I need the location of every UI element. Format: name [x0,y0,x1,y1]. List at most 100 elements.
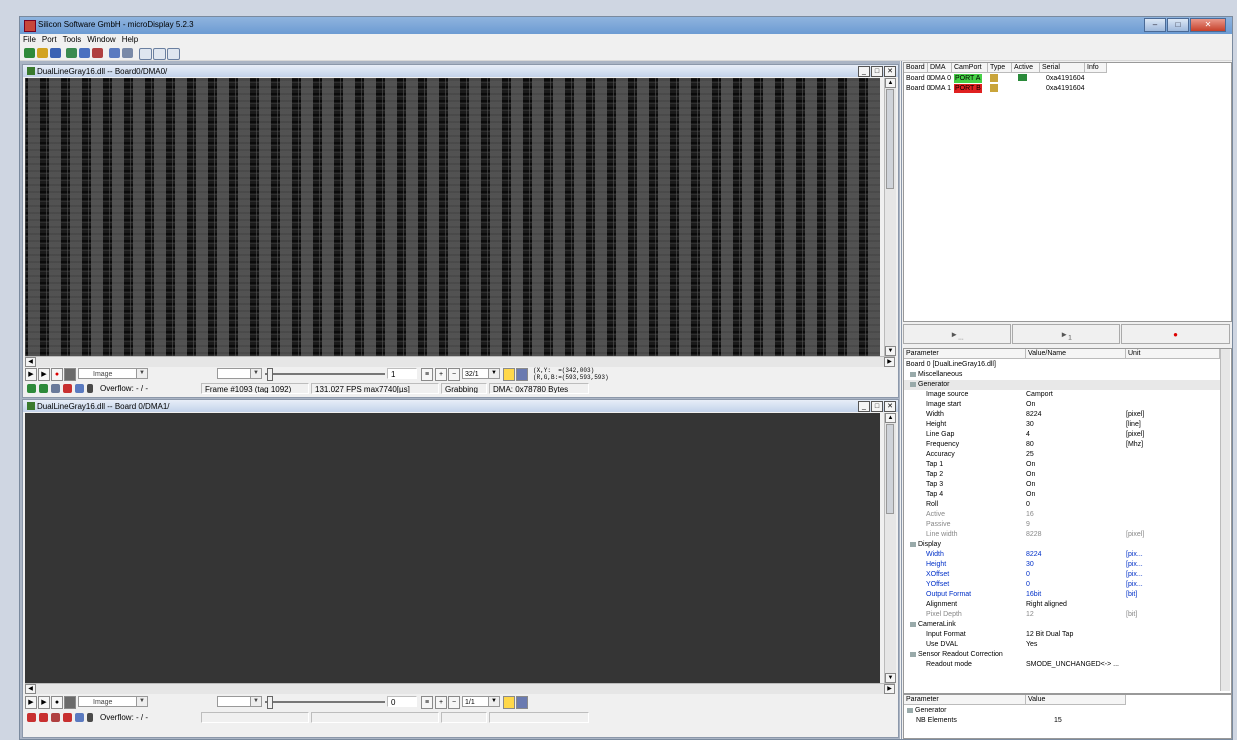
close-button[interactable]: ✕ [1190,18,1226,32]
horizontal-scrollbar[interactable]: ◀ ▶ [25,356,895,367]
load-config-icon[interactable] [37,48,48,58]
column-header-info[interactable]: Info [1085,63,1107,73]
param-row[interactable]: Line width 8228 [pixel] [904,530,1220,540]
vertical-scrollbar[interactable]: ▲ ▼ [884,78,896,356]
scroll-up-arrow[interactable]: ▲ [885,413,896,423]
cascade-icon[interactable] [167,48,180,60]
menu-tools[interactable]: Tools [60,34,85,46]
tree-group-miscellaneous[interactable]: Miscellaneous [904,370,1220,380]
param-row[interactable]: Frequency 80 [Mhz] [904,440,1220,450]
grab-icon[interactable] [92,48,103,58]
maximize-button[interactable]: □ [1167,18,1189,32]
window-minimize-button[interactable]: _ [858,401,870,412]
column-header-dma[interactable]: DMA [928,63,952,73]
menu-file[interactable]: File [20,34,39,46]
grab-continuous-icon[interactable] [39,384,48,393]
menu-help[interactable]: Help [119,34,141,46]
save-frame-icon[interactable]: ≡ [421,696,433,709]
param-row[interactable]: Input Format 12 Bit Dual Tap [904,630,1220,640]
play-icon[interactable]: ▶ [25,696,37,709]
record-icon[interactable]: ● [51,696,63,709]
histogram-icon[interactable] [503,368,515,381]
window-maximize-button[interactable]: □ [871,66,883,77]
image-combo[interactable]: Image ▼ [78,696,148,707]
play-icon[interactable]: ▶ [25,368,37,381]
menu-window[interactable]: Window [84,34,118,46]
disconnect-icon[interactable] [27,713,36,722]
param-row[interactable]: Width 8224 [pix... [904,550,1220,560]
open-board-icon[interactable] [24,48,35,58]
param-row[interactable]: Tap 2 On [904,470,1220,480]
scroll-right-arrow[interactable]: ▶ [884,684,895,694]
window-close-button[interactable]: ✕ [884,401,896,412]
tile-vertical-icon[interactable] [153,48,166,60]
param-row[interactable]: Pixel Depth 12 [bit] [904,610,1220,620]
column-header-unit[interactable]: Unit [1126,349,1220,359]
tree-group-generator[interactable]: Generator [904,380,1220,390]
scroll-thumb[interactable] [886,89,894,189]
param-row[interactable]: Image source Camport [904,390,1220,400]
param-row[interactable]: Tap 4 On [904,490,1220,500]
column-header-serial[interactable]: Serial [1040,63,1085,73]
tree-group-sensor-readout[interactable]: Sensor Readout Correction [904,650,1220,660]
camera-icon[interactable] [66,48,77,58]
param-row[interactable]: YOffset 0 [pix... [904,580,1220,590]
param-row[interactable]: XOffset 0 [pix... [904,570,1220,580]
param-row[interactable]: Readout mode SMODE_UNCHANGED<-> ... [904,660,1220,670]
scroll-left-arrow[interactable]: ◀ [25,357,36,367]
frame-slider-knob[interactable] [267,368,273,381]
tree-group-display[interactable]: Display [904,540,1220,550]
param-row[interactable]: Output Format 16bit [bit] [904,590,1220,600]
param-row[interactable]: Height 30 [pix... [904,560,1220,570]
scroll-right-arrow[interactable]: ▶ [884,357,895,367]
menu-port[interactable]: Port [39,34,60,46]
zoom-out-icon[interactable]: − [448,696,460,709]
zoom-out-icon[interactable]: − [448,368,460,381]
tap-icon[interactable] [87,384,93,393]
column-header-value[interactable]: Value/Name [1026,349,1126,359]
column-header-type[interactable]: Type [988,63,1012,73]
zoom-combo[interactable]: 1/1 ▼ [462,696,500,707]
param-row[interactable]: Tap 3 On [904,480,1220,490]
tree-group-cameralink[interactable]: CameraLink [904,620,1220,630]
param-row[interactable]: Alignment Right aligned [904,600,1220,610]
image-view[interactable] [25,78,880,356]
stop-icon[interactable] [64,368,76,381]
param-row[interactable]: Image start On [904,400,1220,410]
tree-root[interactable]: Board 0 [DualLineGray16.dll] [904,360,1220,370]
lut-icon[interactable] [516,696,528,709]
column-header-parameter[interactable]: Parameter [904,695,1026,705]
scroll-down-arrow[interactable]: ▼ [885,346,896,356]
frame-number-field[interactable]: 1 [387,368,417,379]
tile-horizontal-icon[interactable] [139,48,152,60]
split-icon[interactable] [122,48,133,58]
step-icon[interactable]: ▶ [38,696,50,709]
scroll-thumb[interactable] [886,424,894,514]
window-close-button[interactable]: ✕ [884,66,896,77]
info-group[interactable]: Generator [907,707,947,714]
frame-slider-track[interactable] [265,701,385,703]
column-header-parameter[interactable]: Parameter [904,349,1026,359]
stop-acquisition-button[interactable]: ● [1121,324,1230,344]
zoom-in-icon[interactable]: + [435,368,447,381]
save-icon[interactable] [50,48,61,58]
abort-icon[interactable] [63,713,72,722]
start-acquisition-button[interactable]: ►... [903,324,1011,344]
minimize-button[interactable]: – [1144,18,1166,32]
record-icon[interactable]: ● [51,368,63,381]
parameter-scrollbar[interactable] [1220,349,1230,691]
step-icon[interactable]: ▶ [38,368,50,381]
save-frame-icon[interactable]: ≡ [421,368,433,381]
zoom-in-icon[interactable]: + [435,696,447,709]
step-acquisition-button[interactable]: ►1 [1012,324,1120,344]
param-row[interactable]: Accuracy 25 [904,450,1220,460]
stop-grab-icon[interactable] [39,713,48,722]
signal-icon[interactable] [75,713,84,722]
horizontal-scrollbar[interactable]: ◀ ▶ [25,683,895,694]
signal-icon[interactable] [75,384,84,393]
param-row[interactable]: Passive 9 [904,520,1220,530]
param-row[interactable]: Width 8224 [pixel] [904,410,1220,420]
channel-combo[interactable]: ▼ [217,696,262,707]
tap-icon[interactable] [87,713,93,722]
param-row[interactable]: Tap 1 On [904,460,1220,470]
